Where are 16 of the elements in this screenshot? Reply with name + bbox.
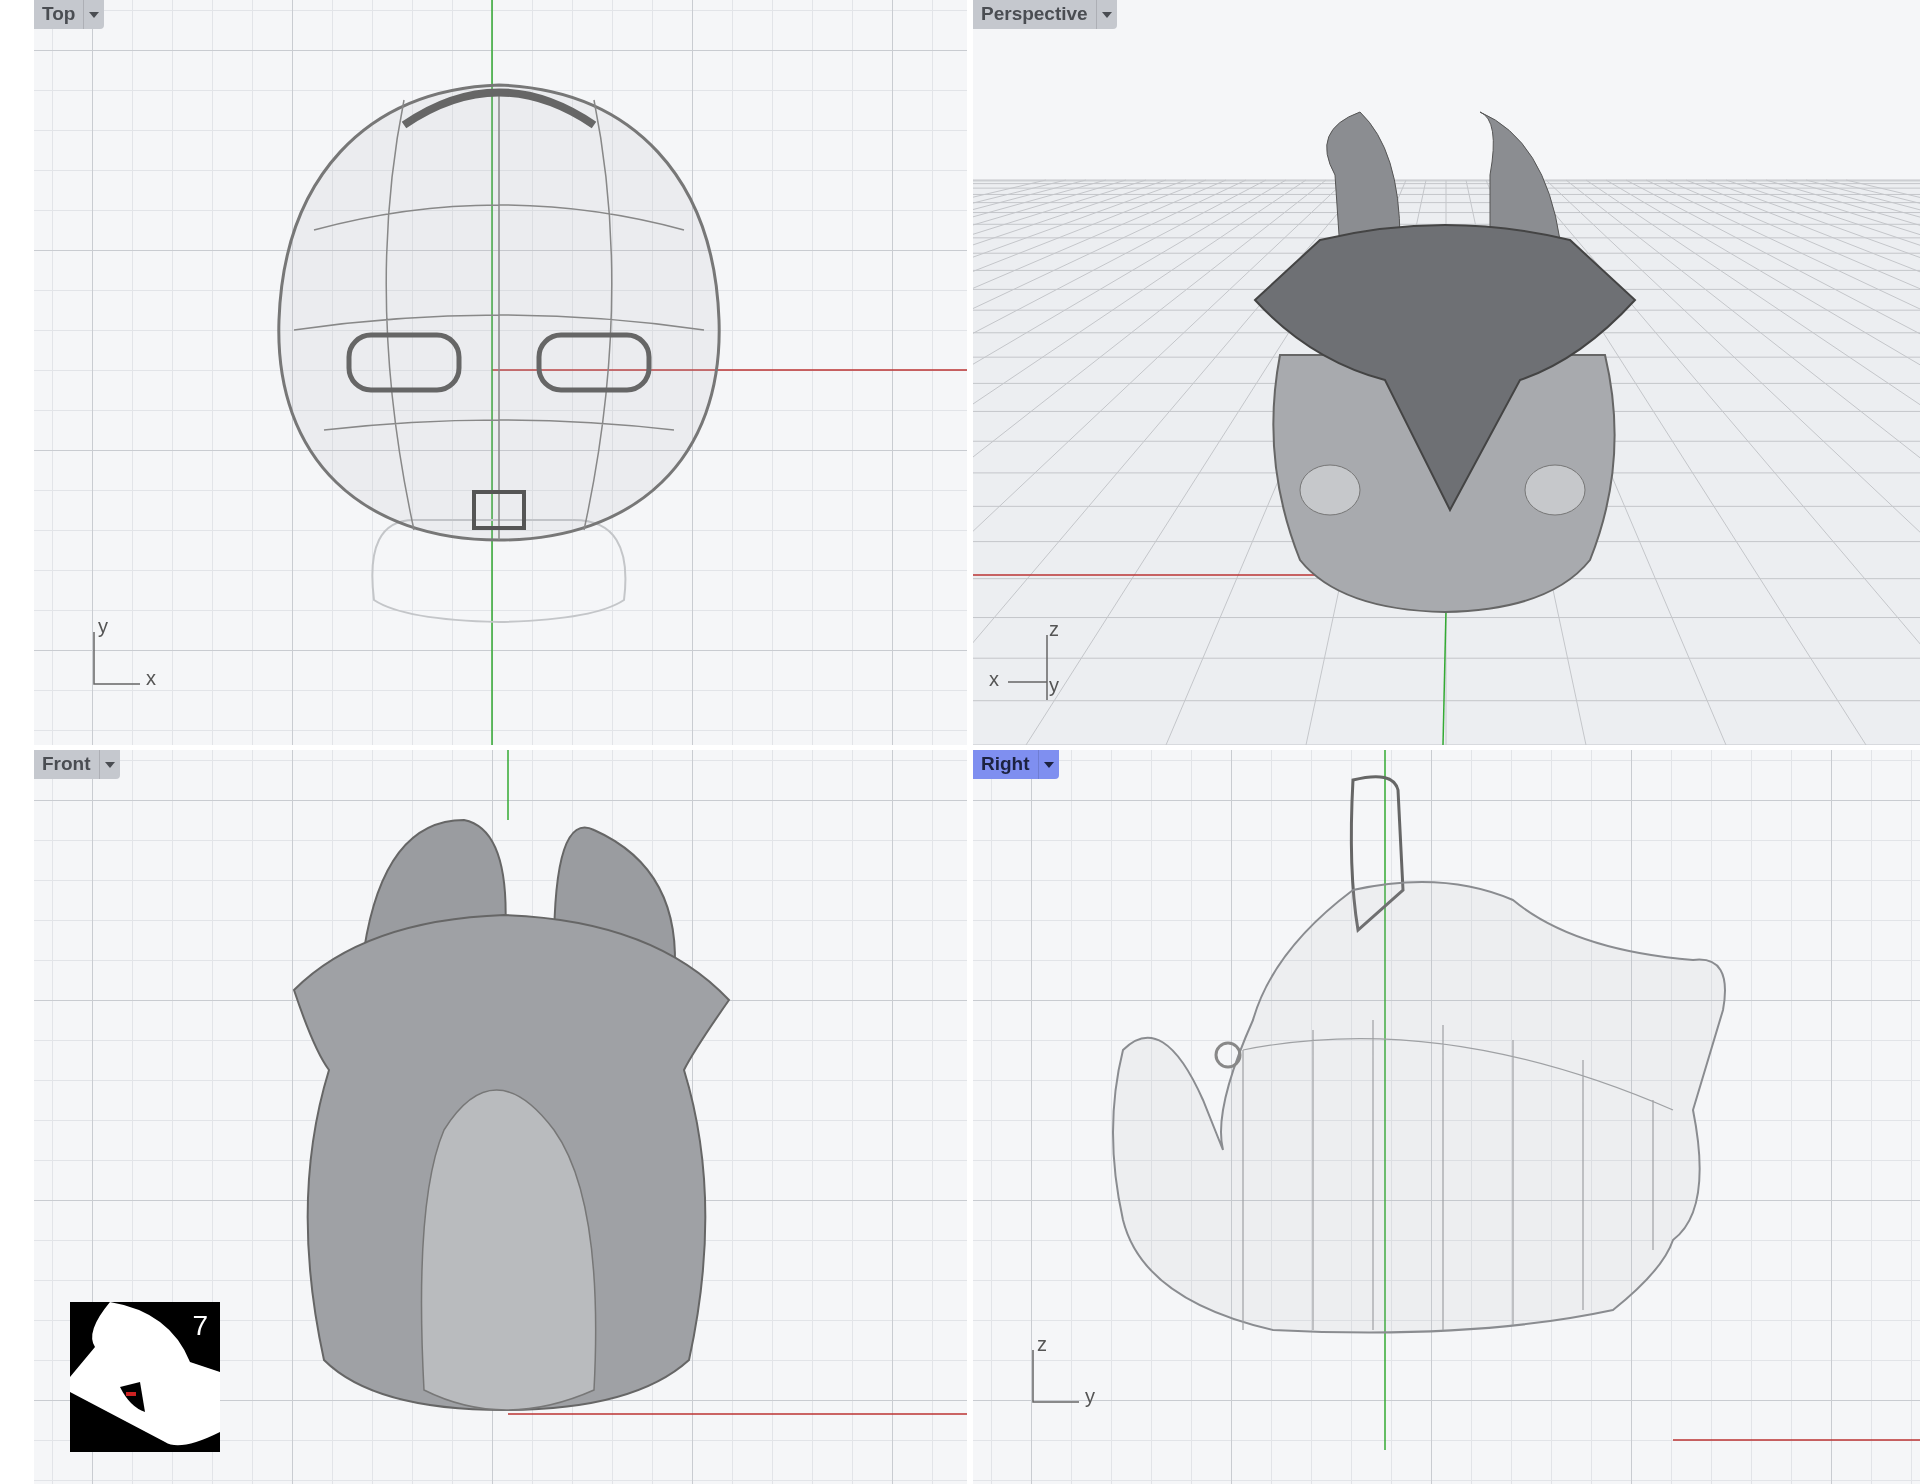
version-number: 7 [192,1310,208,1342]
viewport[interactable]: Top y x [34,0,967,745]
axis-label: y [1085,1385,1095,1408]
axis-label: x [989,668,999,691]
viewport[interactable]: Perspective z x y [973,0,1920,745]
viewport-tab[interactable]: Top [34,0,105,29]
viewport-tab[interactable]: Front [34,750,120,779]
axis-label: y [1049,674,1059,697]
axis-label: z [1049,618,1059,641]
viewport[interactable]: Front 7 [34,750,967,1484]
viewport-tab[interactable]: Perspective [973,0,1117,29]
viewport[interactable]: Right z y [973,750,1920,1484]
viewport-tab[interactable]: Right [973,750,1059,779]
axis-label: y [98,615,108,638]
axis-label: z [1037,1333,1047,1356]
axis-label: x [146,667,156,690]
